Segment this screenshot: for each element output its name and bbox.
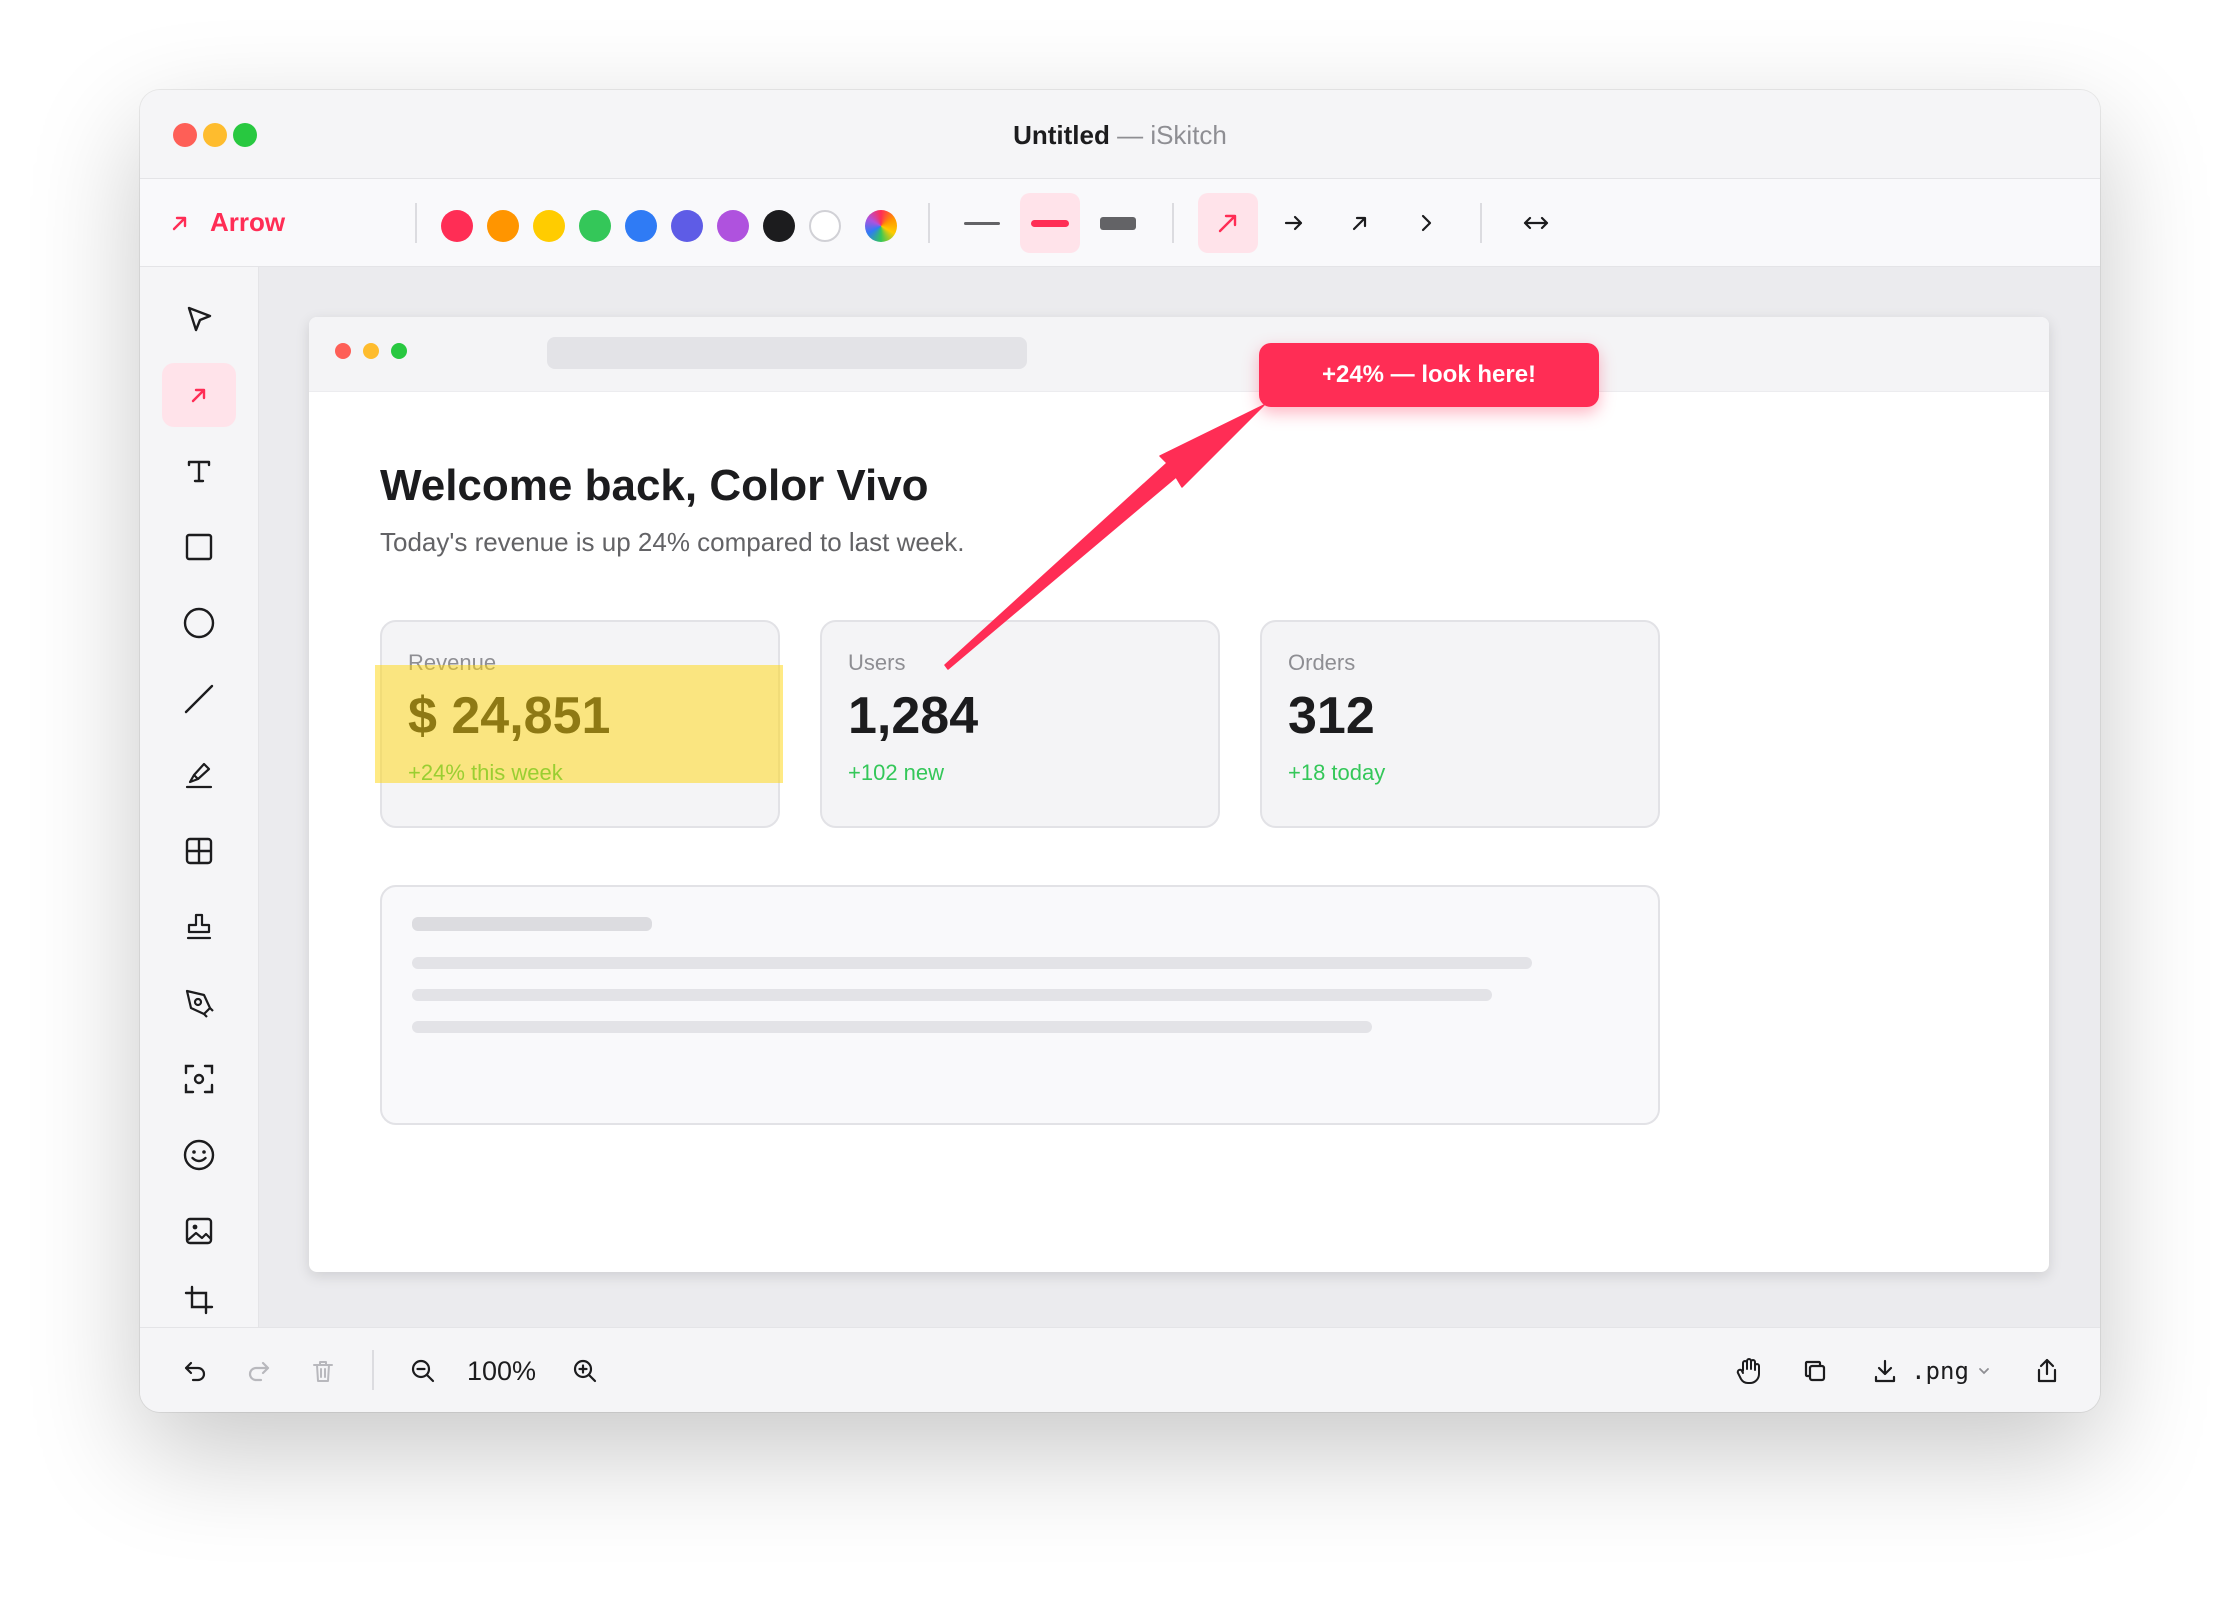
export-button[interactable]: .png: [1866, 1348, 1996, 1394]
capture-tool-button[interactable]: [162, 1047, 236, 1111]
trash-icon: [313, 1361, 333, 1382]
line-icon: [184, 684, 214, 714]
zoom-in-icon: [573, 1359, 597, 1383]
toolbar-divider: [1172, 203, 1174, 243]
text-tool-button[interactable]: [162, 439, 236, 503]
annotation-arrow-shape: [944, 404, 1265, 670]
stroke-thick-icon: [1100, 216, 1136, 230]
redo-icon: [248, 1361, 270, 1382]
grid-icon: [185, 837, 213, 865]
ellipse-icon: [183, 607, 215, 639]
zoom-in-button[interactable]: [560, 1348, 610, 1394]
color-swatch-indigo[interactable]: [671, 210, 703, 242]
arrow-style-filled-button[interactable]: [1198, 193, 1258, 253]
ellipse-tool-button[interactable]: [162, 591, 236, 655]
double-arrow-button[interactable]: [1506, 193, 1566, 253]
active-tool-label: Arrow: [210, 207, 286, 237]
color-swatch-purple[interactable]: [717, 210, 749, 242]
document-title: Untitled: [1013, 120, 1110, 150]
undo-button[interactable]: [170, 1348, 220, 1394]
arrow-diagonal-icon: [172, 216, 187, 230]
title-bar: Untitled — iSkitch: [140, 90, 2100, 179]
toolbar-divider: [928, 203, 930, 243]
export-format-label: .png: [1911, 1357, 1969, 1385]
callout-label[interactable]: +24% — look here!: [1259, 343, 1599, 407]
canvas-area[interactable]: Welcome back, Color Vivo Today's revenue…: [259, 267, 2100, 1327]
arrow-filled-icon: [1218, 214, 1237, 233]
copy-button[interactable]: [1790, 1348, 1840, 1394]
toolbar-divider: [415, 203, 417, 243]
redo-button[interactable]: [234, 1348, 284, 1394]
emoji-tool-button[interactable]: [162, 1123, 236, 1187]
arrow-annotation[interactable]: [309, 317, 2049, 1272]
chevron-down-icon: [1978, 1368, 1989, 1375]
arrow-tool-button[interactable]: [162, 363, 236, 427]
image-tool-button[interactable]: [162, 1199, 236, 1263]
zoom-out-button[interactable]: [398, 1348, 448, 1394]
hand-icon: [1736, 1358, 1760, 1385]
select-tool-button[interactable]: [162, 287, 236, 351]
chevron-right-icon: [1421, 214, 1432, 232]
color-swatch-green[interactable]: [579, 210, 611, 242]
active-tool-indicator: Arrow: [170, 207, 285, 238]
share-button[interactable]: [2022, 1348, 2072, 1394]
line-tool-button[interactable]: [162, 667, 236, 731]
color-swatch-black[interactable]: [763, 210, 795, 242]
zoom-out-icon: [411, 1359, 435, 1383]
app-window: Untitled — iSkitch Arrow Welcome back, C…: [140, 90, 2100, 1412]
color-swatch-orange[interactable]: [487, 210, 519, 242]
stamp-tool-button[interactable]: [162, 895, 236, 959]
bottom-bar: 100% .png: [140, 1327, 2100, 1412]
stroke-medium-icon: [1031, 219, 1069, 227]
focus-icon: [184, 1064, 214, 1094]
text-icon: [187, 460, 211, 483]
smiley-icon: [183, 1139, 215, 1171]
grid-tool-button[interactable]: [162, 819, 236, 883]
toolbar-divider: [1480, 203, 1482, 243]
color-swatch-yellow[interactable]: [533, 210, 565, 242]
stroke-thin-button[interactable]: [952, 193, 1012, 253]
stamp-icon: [186, 913, 212, 940]
rectangle-icon: [185, 533, 213, 561]
arrow-style-diagonal-button[interactable]: [1330, 193, 1390, 253]
arrow-diagonal-icon: [1352, 216, 1367, 231]
bottom-divider: [372, 1350, 374, 1390]
download-icon: [1874, 1359, 1896, 1383]
color-swatch-white[interactable]: [809, 210, 841, 242]
window-title: Untitled — iSkitch: [140, 120, 2100, 151]
highlighter-icon: [185, 762, 213, 789]
rectangle-tool-button[interactable]: [162, 515, 236, 579]
share-icon: [2037, 1358, 2057, 1383]
color-swatch-blue[interactable]: [625, 210, 657, 242]
screenshot-document: Welcome back, Color Vivo Today's revenue…: [309, 317, 2049, 1272]
stroke-thin-icon: [964, 221, 1000, 225]
tool-sidebar: [140, 267, 259, 1391]
custom-color-picker[interactable]: [865, 210, 897, 242]
crop-tool-button[interactable]: [162, 1275, 236, 1325]
app-title: — iSkitch: [1117, 120, 1227, 150]
cursor-icon: [187, 306, 212, 332]
arrow-style-chevron-button[interactable]: [1396, 193, 1456, 253]
color-swatch-red[interactable]: [441, 210, 473, 242]
double-arrow-icon: [1523, 216, 1549, 230]
image-icon: [185, 1217, 213, 1245]
delete-button[interactable]: [298, 1348, 348, 1394]
zoom-level: 100%: [467, 1356, 537, 1386]
stroke-thick-button[interactable]: [1088, 193, 1148, 253]
stroke-medium-button[interactable]: [1020, 193, 1080, 253]
tool-options-bar: Arrow: [140, 179, 2100, 267]
pen-tool-button[interactable]: [162, 971, 236, 1035]
undo-icon: [184, 1361, 206, 1382]
arrow-right-icon: [1284, 215, 1303, 231]
pen-icon: [185, 989, 214, 1018]
arrow-style-right-button[interactable]: [1264, 193, 1324, 253]
crop-icon: [184, 1285, 214, 1315]
highlighter-tool-button[interactable]: [162, 743, 236, 807]
arrow-diagonal-icon: [191, 388, 206, 403]
pan-button[interactable]: [1724, 1348, 1774, 1394]
copy-icon: [1804, 1360, 1826, 1382]
